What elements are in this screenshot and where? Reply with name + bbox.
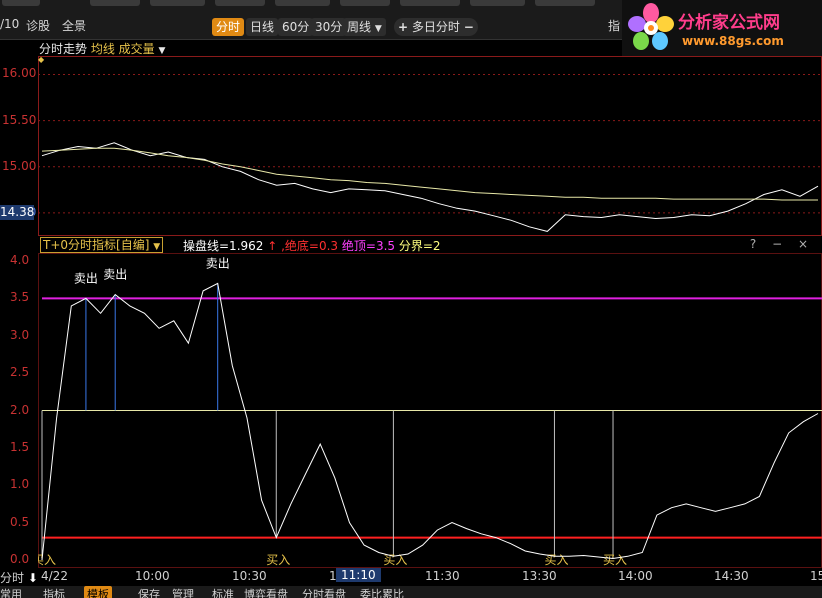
indicator-tick-label: 3.0 <box>10 327 30 342</box>
time-label: 13:30 <box>522 569 557 583</box>
tab-panorama[interactable]: 全景 <box>62 17 86 34</box>
tab-standard[interactable]: 标准 <box>212 586 234 598</box>
chart-mode-label: 分时走势 <box>39 42 88 56</box>
tab-game-view[interactable]: 博弈看盘 <box>244 586 288 598</box>
period-button-30min[interactable]: 30分 <box>311 18 347 36</box>
price-chart <box>38 73 822 232</box>
logo-title: 分析家公式网 <box>678 13 780 33</box>
time-mode-text: 分时 <box>0 571 25 585</box>
time-label: 10:00 <box>135 569 170 583</box>
period-button-60min[interactable]: 60分 <box>278 18 314 36</box>
indicator-tick-label: 0.5 <box>10 514 30 529</box>
multi-day-control[interactable]: + 多日分时 − <box>394 18 478 36</box>
cursor-time-tag: 11:10 <box>336 568 381 582</box>
tab-template[interactable]: 模板 <box>84 586 112 598</box>
indicator-tick-label: 1.5 <box>10 439 30 454</box>
indicator-param: 操盘线=1.962 <box>183 239 268 253</box>
tab-manage[interactable]: 管理 <box>172 586 194 598</box>
tab-intraday-view[interactable]: 分时看盘 <box>302 586 346 598</box>
time-axis: 分时 ⬇ 4/22 10:00 10:30 1 11:10 11:30 13:3… <box>0 568 822 586</box>
price-line <box>41 142 819 232</box>
tab-common[interactable]: 常用 <box>0 586 22 598</box>
time-label: 15 <box>810 569 822 583</box>
chevron-down-icon: ▼ <box>374 24 382 34</box>
sell-signal-label: 卖出 <box>206 256 230 270</box>
price-tick-label: 15.50 <box>2 112 37 127</box>
buy-signal-label: 买入 <box>603 553 627 567</box>
bottom-tabs: 常用 指标 模板 保存 管理 标准 博弈看盘 分时看盘 委比累比 <box>0 586 822 598</box>
buy-signal-label: 买入 <box>266 553 290 567</box>
site-logo: 分析家公式网 www.88gs.com <box>622 0 822 57</box>
period-weekly-label: 周线 <box>347 20 372 34</box>
indicator-tick-label: 0.0 <box>10 552 30 566</box>
toolbar-tab-stub[interactable] <box>470 0 525 6</box>
toolbar-tab-stub[interactable] <box>340 0 390 6</box>
indicator-param: ,绝底=0.3 <box>281 239 342 253</box>
logo-url: www.88gs.com <box>682 34 784 48</box>
current-price-tag: 14.38 <box>0 205 35 220</box>
sell-signal-label: 卖出 <box>74 271 98 285</box>
toolbar-tab-stub[interactable] <box>2 0 40 6</box>
indicator-param: ↑ <box>267 239 282 253</box>
sell-signal-label: 卖出 <box>103 268 127 282</box>
indicator-name[interactable]: T+0分时指标[自编] ▼ <box>40 237 164 253</box>
date-fragment: /10 <box>0 17 20 31</box>
toolbar-tab-stub[interactable] <box>535 0 595 6</box>
arrow-down-icon: ⬇ <box>24 571 38 585</box>
indicator-tick-label: 2.5 <box>10 365 30 380</box>
minus-icon[interactable]: − <box>464 20 474 34</box>
average-price-line <box>41 147 818 201</box>
indicator-tick-label: 3.5 <box>10 290 30 305</box>
period-button-intraday[interactable]: 分时 <box>212 18 245 36</box>
chevron-down-icon[interactable]: ▼ <box>159 46 166 56</box>
price-tick-label: 16.00 <box>2 66 37 81</box>
indicator-controls[interactable]: ? − × <box>750 237 814 251</box>
multi-day-label: 多日分时 <box>411 20 460 34</box>
plus-icon[interactable]: + <box>398 20 408 34</box>
period-button-daily[interactable]: 日线 <box>246 18 279 36</box>
toolbar-tab-stub[interactable] <box>150 0 205 6</box>
tab-save[interactable]: 保存 <box>138 586 160 598</box>
buy-signal-label: 买入 <box>38 553 56 567</box>
chevron-down-icon: ▼ <box>153 242 161 252</box>
chart-subtitle: 分时走势 均线 成交量 ▼ <box>39 40 165 56</box>
time-label: 14:00 <box>618 569 653 583</box>
indicator-name-label: T+0分时指标[自编] <box>43 238 150 252</box>
chart-options[interactable]: 均线 成交量 <box>91 42 155 56</box>
toolbar-tab-stub[interactable] <box>215 0 265 6</box>
flower-logo-icon <box>628 3 674 50</box>
toolbar-tab-stub[interactable] <box>90 0 140 6</box>
indicator-tick-label: 1.0 <box>10 477 30 492</box>
time-label: 14:30 <box>714 569 749 583</box>
indicator-button[interactable]: 指 <box>608 17 620 34</box>
tab-bid-ratio[interactable]: 委比累比 <box>360 586 404 598</box>
indicator-line <box>41 282 819 561</box>
indicator-param: 绝顶=3.5 <box>341 239 399 253</box>
time-label: 11:30 <box>425 569 460 583</box>
time-label: 4/22 <box>41 569 68 583</box>
indicator-tick-label: 4.0 <box>10 253 30 267</box>
indicator-tick-label: 2.0 <box>10 402 30 417</box>
period-button-weekly[interactable]: 周线 ▼ <box>343 18 386 36</box>
toolbar-tab-stub[interactable] <box>400 0 460 6</box>
time-mode-label[interactable]: 分时 ⬇ <box>0 569 38 586</box>
tab-indicator[interactable]: 指标 <box>43 586 65 598</box>
indicator-header: T+0分时指标[自编] ▼ 操盘线=1.962 ↑ ,绝底=0.3 绝顶=3.5… <box>38 236 822 253</box>
price-tick-label: 15.00 <box>2 158 37 173</box>
indicator-param: 分界=2 <box>398 239 441 253</box>
toolbar-tab-stub[interactable] <box>275 0 330 6</box>
indicator-params: 操盘线=1.962 ↑ ,绝底=0.3 绝顶=3.5 分界=2 <box>183 237 441 254</box>
time-label: 10:30 <box>232 569 267 583</box>
indicator-chart: 买入 买入 买入 买入 买入卖出 卖出卖出 <box>38 256 822 567</box>
tab-diagnosis[interactable]: 诊股 <box>26 17 50 34</box>
